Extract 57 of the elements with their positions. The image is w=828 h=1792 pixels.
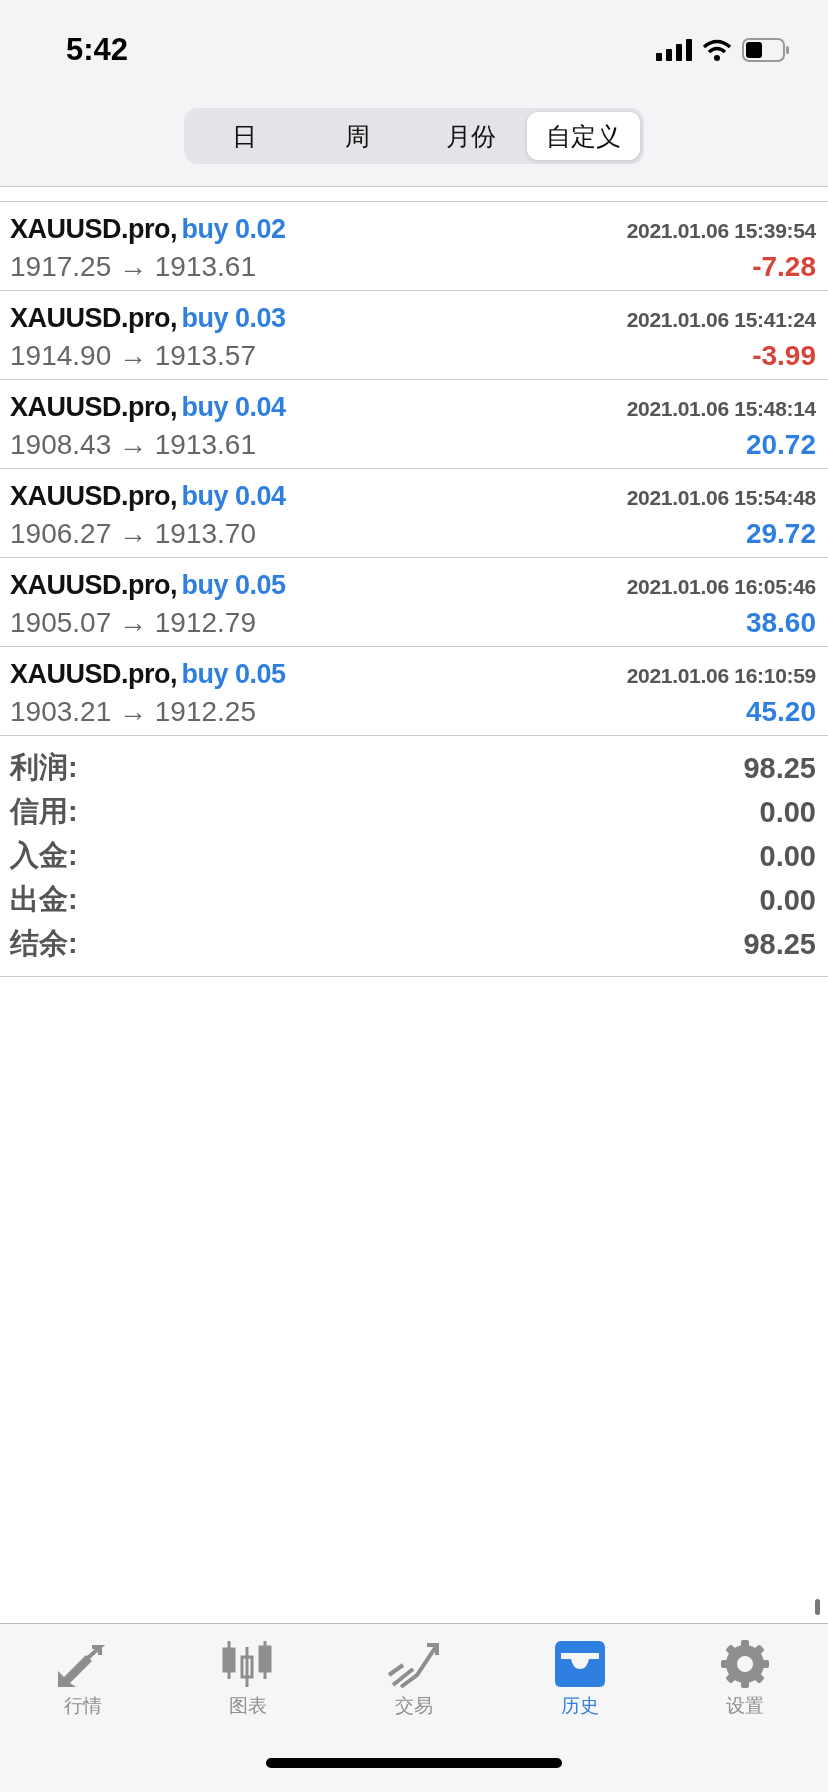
deal-prices: 1917.25 → 1913.61 [10, 250, 256, 283]
deal-prices: 1903.21 → 1912.25 [10, 695, 256, 728]
deal-row[interactable]: XAUUSD.pro, buy 0.04 2021.01.06 15:48:14 1908.43 → 1913.61 20.72 [0, 380, 828, 469]
summary-value: 0.00 [759, 883, 816, 917]
deal-time: 2021.01.06 15:39:54 [626, 218, 816, 243]
period-tab[interactable]: 月份 [414, 112, 527, 160]
status-time: 5:42 [66, 32, 129, 68]
deal-row[interactable]: XAUUSD.pro, buy 0.03 2021.01.06 15:41:24 1914.90 → 1913.57 -3.99 [0, 291, 828, 380]
deal-side: buy 0.04 [181, 391, 286, 422]
deal-row[interactable]: XAUUSD.pro, buy 0.05 2021.01.06 16:05:46 1905.07 → 1912.79 38.60 [0, 558, 828, 647]
summary-label: 利润: [10, 750, 78, 785]
deal-symbol: XAUUSD.pro, [10, 302, 177, 333]
deal-time: 2021.01.06 15:41:24 [626, 307, 816, 332]
period-tab[interactable]: 自定义 [527, 112, 640, 160]
deal-time: 2021.01.06 15:48:14 [626, 396, 816, 421]
wifi-icon [702, 39, 732, 61]
deal-profit: -7.28 [752, 250, 816, 283]
deal-time: 2021.01.06 16:10:59 [626, 663, 816, 688]
summary-label: 入金: [10, 838, 78, 873]
deal-profit: 38.60 [745, 606, 816, 639]
deal-row[interactable]: XAUUSD.pro, buy 0.02 2021.01.06 15:39:54 1917.25 → 1913.61 -7.28 [0, 202, 828, 291]
deal-prices: 1914.90 → 1913.57 [10, 339, 256, 372]
deal-time: 2021.01.06 15:54:48 [626, 485, 816, 510]
deal-row[interactable]: XAUUSD.pro, buy 0.04 2021.01.06 15:54:48 1906.27 → 1913.70 29.72 [0, 469, 828, 558]
deal-profit: 29.72 [745, 517, 816, 550]
deal-profit: -3.99 [752, 339, 816, 372]
signal-icon [656, 39, 692, 61]
period-tab[interactable]: 周 [301, 112, 414, 160]
summary-value: 0.00 [759, 795, 816, 829]
deal-symbol: XAUUSD.pro, [10, 569, 177, 600]
deal-side: buy 0.05 [181, 658, 286, 689]
deal-prices: 1905.07 → 1912.79 [10, 606, 256, 639]
summary-label: 信用: [10, 794, 78, 829]
deal-symbol: XAUUSD.pro, [10, 480, 177, 511]
deal-side: buy 0.02 [181, 213, 286, 244]
inbox-icon [552, 1639, 607, 1689]
summary-value: 0.00 [759, 839, 816, 873]
battery-icon [742, 38, 790, 62]
summary-label: 结余: [10, 926, 78, 961]
deal-time: 2021.01.06 16:05:46 [626, 574, 816, 599]
summary-value: 98.25 [743, 751, 816, 785]
deal-prices: 1908.43 → 1913.61 [10, 428, 256, 461]
deal-symbol: XAUUSD.pro, [10, 391, 177, 422]
deal-side: buy 0.05 [181, 569, 286, 600]
deal-side: buy 0.03 [181, 302, 286, 333]
deal-side: buy 0.04 [181, 480, 286, 511]
summary-value: 98.25 [743, 927, 816, 961]
deal-symbol: XAUUSD.pro, [10, 213, 177, 244]
deal-symbol: XAUUSD.pro, [10, 658, 177, 689]
deal-row[interactable]: XAUUSD.pro, buy 0.05 2021.01.06 16:10:59 1903.21 → 1912.25 45.20 [0, 647, 828, 736]
deal-prices: 1906.27 → 1913.70 [10, 517, 256, 550]
bottom-tab[interactable]: 历史 [496, 1624, 663, 1734]
scrollbar-indicator [815, 1599, 820, 1615]
deal-profit: 20.72 [745, 428, 816, 461]
period-tab[interactable]: 日 [188, 112, 301, 160]
summary-label: 出金: [10, 882, 78, 917]
deal-profit: 45.20 [745, 695, 816, 728]
